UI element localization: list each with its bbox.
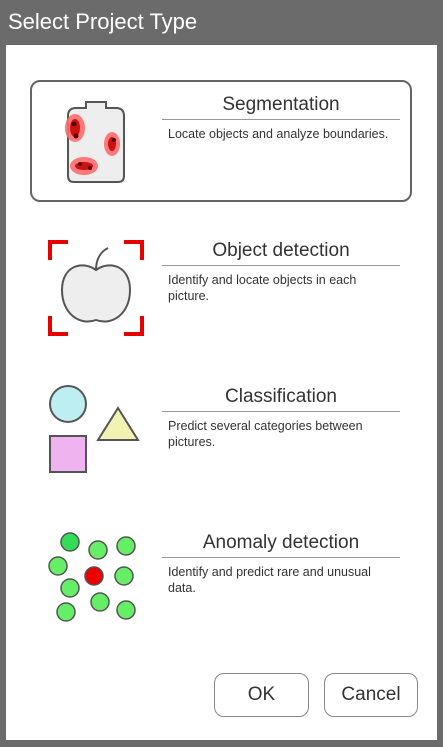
- option-description: Locate objects and analyze boundaries.: [168, 127, 389, 141]
- dialog-content: Segmentation Locate objects and analyze …: [6, 45, 437, 740]
- classification-icon: [49, 385, 140, 473]
- ok-button[interactable]: OK: [214, 673, 309, 717]
- option-title: Anomaly detection: [162, 532, 400, 558]
- anomaly-detection-icon: [48, 532, 136, 622]
- object-detection-icon: [48, 240, 144, 336]
- segmentation-icon: [65, 101, 125, 183]
- option-description: Identify and locate objects in each pict…: [168, 273, 357, 303]
- option-description: Predict several categories between pictu…: [168, 419, 363, 449]
- option-classification[interactable]: Classification Predict several categorie…: [30, 372, 412, 494]
- option-anomaly-detection[interactable]: Anomaly detection Identify and predict r…: [30, 518, 412, 640]
- option-title: Classification: [162, 386, 400, 412]
- option-description: Identify and predict rare and unusual da…: [168, 565, 371, 595]
- option-title: Segmentation: [162, 94, 400, 120]
- cancel-button[interactable]: Cancel: [324, 673, 418, 717]
- select-project-type-dialog: Select Project Type Segmentation Locate …: [0, 0, 443, 747]
- dialog-title: Select Project Type: [8, 9, 198, 34]
- option-object-detection[interactable]: Object detection Identify and locate obj…: [30, 226, 412, 348]
- option-segmentation[interactable]: Segmentation Locate objects and analyze …: [30, 80, 412, 202]
- option-title: Object detection: [162, 240, 400, 266]
